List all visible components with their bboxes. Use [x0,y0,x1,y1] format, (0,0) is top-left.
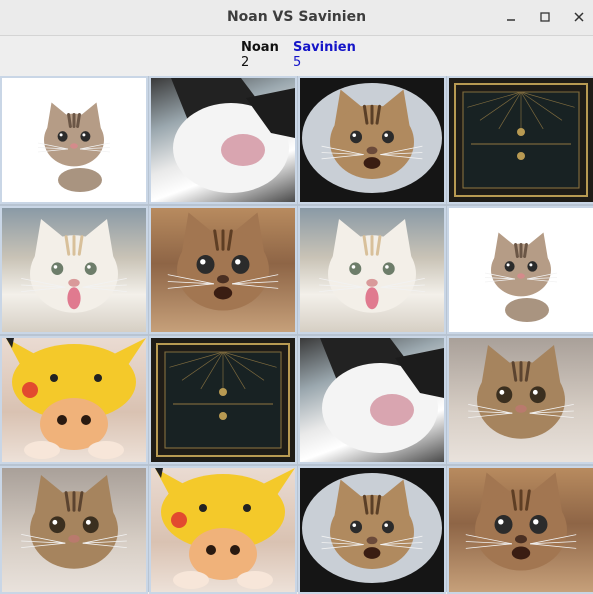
card-card-back-art-deco[interactable] [447,76,593,204]
tabby-cat-surprised-picture [465,472,577,571]
card-tabby-cat-surprised[interactable] [149,206,297,334]
kitten-pikachu-hat-image [151,468,295,592]
card-card-back-art-deco[interactable] [149,336,297,464]
card-black-white-cat-closeup[interactable] [298,336,446,464]
fisheye-tabby-cat-image [300,78,444,202]
kitten-on-white-picture [484,232,558,322]
card-black-white-cat-closeup[interactable] [149,76,297,204]
player1-name: Noan [241,40,279,55]
black-white-cat-closeup-image [151,78,295,202]
tabby-cat-surprised-picture [167,212,279,311]
tabby-cat-surprised-image [449,468,593,592]
brown-tabby-cat-picture [468,345,574,439]
kitten-on-white-picture [37,102,111,192]
player1-panel: Noan 2 [241,40,279,70]
card-fisheye-tabby-cat[interactable] [298,466,446,594]
card-tabby-cat-surprised[interactable] [447,466,593,594]
kitten-pikachu-hat-picture [6,338,146,459]
card-back-art-deco-picture [156,343,290,457]
player1-score: 2 [241,55,250,70]
minimize-icon [507,19,515,21]
minimize-button[interactable] [499,6,523,28]
player2-name: Savinien [293,40,356,55]
brown-tabby-cat-image [449,338,593,462]
card-fisheye-tabby-cat[interactable] [298,76,446,204]
kitten-on-white-image [449,208,593,332]
fisheye-tabby-cat-picture [302,83,442,193]
player2-panel: Savinien 5 [293,40,356,70]
maximize-icon [540,12,550,22]
card-kitten-on-white[interactable] [0,76,148,204]
close-icon [574,12,584,22]
card-kitten-on-white[interactable] [447,206,593,334]
card-kitten-pikachu-hat[interactable] [149,466,297,594]
kitten-on-white-image [2,78,146,202]
window-titlebar: Noan VS Savinien [0,0,593,36]
black-white-cat-closeup-picture [320,338,444,453]
card-brown-tabby-cat[interactable] [447,336,593,464]
fisheye-tabby-cat-picture [302,473,442,583]
card-back-art-deco-image [449,78,593,202]
maximize-button[interactable] [533,6,557,28]
player2-score: 5 [293,55,302,70]
card-white-cat-tongue-out[interactable] [0,206,148,334]
card-back-art-deco-picture [454,83,588,197]
brown-tabby-cat-picture [21,475,127,569]
black-white-cat-closeup-picture [171,78,295,193]
white-cat-tongue-out-image [300,208,444,332]
white-cat-tongue-out-picture [21,219,127,313]
brown-tabby-cat-image [2,468,146,592]
card-board [0,76,593,594]
scoreboard: Noan 2 Savinien 5 [0,36,593,76]
white-cat-tongue-out-picture [319,219,425,313]
card-white-cat-tongue-out[interactable] [298,206,446,334]
card-kitten-pikachu-hat[interactable] [0,336,148,464]
close-button[interactable] [567,6,591,28]
card-back-art-deco-image [151,338,295,462]
card-brown-tabby-cat[interactable] [0,466,148,594]
kitten-pikachu-hat-image [2,338,146,462]
black-white-cat-closeup-image [300,338,444,462]
tabby-cat-surprised-image [151,208,295,332]
white-cat-tongue-out-image [2,208,146,332]
fisheye-tabby-cat-image [300,468,444,592]
kitten-pikachu-hat-picture [155,468,295,589]
